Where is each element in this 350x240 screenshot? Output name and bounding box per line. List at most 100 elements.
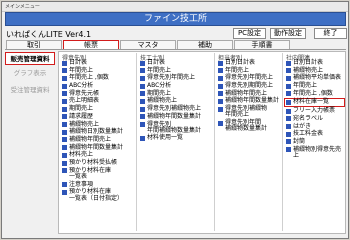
report-menu-panel: 得意先別 技工士別 担当者別 社内関連 日計表 年間売上 年間売上 ,個数 ABC分析… xyxy=(58,51,346,234)
app-name: いれぱくんLITE Ver4.1 xyxy=(6,30,92,39)
bullet-icon xyxy=(62,160,67,166)
report-link[interactable]: 年間売上 ,個数 xyxy=(62,75,123,81)
report-link[interactable]: 得意先別補綴物 年間売上 xyxy=(218,106,279,119)
bullet-icon xyxy=(140,91,145,97)
bullet-icon xyxy=(62,68,67,74)
report-link[interactable]: 得意先別年間売上 xyxy=(218,75,279,81)
report-link[interactable]: 補綴物別得意先売上 xyxy=(286,146,345,160)
report-link-label: 材料使用一覧 xyxy=(147,134,184,142)
pc-settings-button[interactable]: PC設定 xyxy=(233,28,266,39)
report-link[interactable]: 補綴物売上 xyxy=(62,121,123,128)
report-link-label: 預かり材料在庫 一覧表（日付指定） xyxy=(69,188,124,202)
report-link-label: 年間売上 ,個数 xyxy=(69,74,109,82)
report-link[interactable]: 請求履歴 xyxy=(62,112,123,120)
report-link[interactable]: 宛名ラベル xyxy=(286,114,345,122)
report-link[interactable]: 得意先別期間売上 xyxy=(218,82,279,90)
report-link[interactable]: 補綴物年間数量集計 xyxy=(218,98,279,104)
report-link[interactable]: 技工料金表 xyxy=(286,130,345,137)
report-link[interactable]: 日計表 xyxy=(140,59,201,66)
report-link-label: 得意先別年間売上 xyxy=(225,74,274,82)
bullet-icon xyxy=(218,60,223,66)
bullet-icon xyxy=(218,91,223,97)
report-link-label: 補綴物年間数量集計 xyxy=(225,97,280,105)
bullet-icon xyxy=(286,83,291,89)
report-link[interactable]: 封筒 xyxy=(286,137,345,145)
report-link[interactable]: 日計表 xyxy=(62,59,123,66)
nav-sales-reports[interactable]: 販売管理資料 xyxy=(5,52,55,65)
report-link-label: 宛名ラベル xyxy=(293,114,324,122)
window-title: ファイン技工所 xyxy=(143,14,207,24)
report-link[interactable]: 預かり材料在庫 一覧表（日付指定） xyxy=(62,189,123,202)
bullet-icon xyxy=(286,116,291,122)
report-link[interactable]: 日別日計表 xyxy=(286,59,345,66)
report-link[interactable]: はがき xyxy=(286,123,345,130)
report-link[interactable]: 補綴物日別数量集計 xyxy=(62,128,124,136)
report-link[interactable]: 補綴物年間売上 xyxy=(62,135,123,143)
bullet-icon xyxy=(62,189,67,195)
report-link-label: 年間売上 ,個数 xyxy=(293,89,333,97)
report-link[interactable]: 補綴物年間数量集計 xyxy=(62,144,123,151)
bullet-icon xyxy=(140,114,145,120)
exit-button[interactable]: 終了 xyxy=(314,28,347,39)
report-link[interactable]: 材料使用一覧 xyxy=(140,135,201,141)
report-link-label: 年間売上 xyxy=(293,82,318,90)
technician-report-list: 日計表 年間売上 得意先別年間売上 ABC分析 期間売上 補綴物売上 得意先別補綴物売上 補綴… xyxy=(140,59,202,143)
report-link-label: 得意先別補綴物売上 xyxy=(147,105,202,113)
bullet-icon xyxy=(62,91,67,97)
customer-report-list: 日計表 年間売上 年間売上 ,個数 ABC分析 得意先元帳 売上明細表 期間売上 請求履歴 補綴… xyxy=(62,59,124,203)
bullet-icon xyxy=(62,114,67,120)
report-link[interactable]: 得意先別補綴物売上 xyxy=(140,105,202,113)
bullet-icon xyxy=(140,99,145,105)
update-settings-button[interactable]: 動作設定 xyxy=(270,28,306,39)
report-link[interactable]: 期間売上 xyxy=(62,105,123,112)
report-link-label: 日別日計表 xyxy=(293,59,324,66)
bullet-icon xyxy=(286,68,291,74)
report-link[interactable]: ABC分析 xyxy=(62,82,123,89)
report-link[interactable]: フリー入力帳票 xyxy=(286,107,345,114)
bullet-icon xyxy=(62,75,67,81)
report-link[interactable]: 得意先別年間 補綴物数量集計 xyxy=(218,120,279,133)
report-link[interactable]: 年間売上 ,個数 xyxy=(286,89,345,97)
bullet-icon xyxy=(62,182,67,188)
report-link-label: 補綴物日別数量集計 xyxy=(69,128,124,136)
report-link-label: 補綴物平均単価表 xyxy=(293,74,342,82)
bullet-icon xyxy=(286,91,291,97)
bullet-icon xyxy=(140,136,145,142)
bullet-icon xyxy=(218,99,223,105)
title-bar: ファイン技工所 xyxy=(5,12,346,26)
nav-order-reports[interactable]: 受注管理資料 xyxy=(5,84,55,97)
bullet-icon xyxy=(62,137,67,143)
bullet-icon xyxy=(62,99,67,105)
report-link[interactable]: 得意先別年間売上 xyxy=(140,75,201,81)
column-divider xyxy=(136,53,137,231)
bullet-icon xyxy=(286,131,291,137)
report-link[interactable]: 年間売上 xyxy=(286,82,345,90)
bullet-icon xyxy=(140,75,145,81)
system-caption-bar: メインメニュー xyxy=(2,2,348,12)
report-link-label: 請求履歴 xyxy=(69,112,94,120)
report-link[interactable]: 得意先別 年間補綴物数量集計 xyxy=(140,120,202,135)
report-link[interactable]: 補綴物年間数量集計 xyxy=(140,113,201,120)
report-link[interactable]: 材料売上 xyxy=(62,151,123,158)
report-link[interactable]: 補綴物平均単価表 xyxy=(286,75,345,81)
nav-graph-display[interactable]: グラフ表示 xyxy=(5,67,55,80)
report-link[interactable]: 材料在庫一覧 xyxy=(284,98,345,107)
report-link[interactable]: 日別日計表 xyxy=(218,59,279,66)
report-link-label: 補綴物年間売上 xyxy=(69,135,112,143)
report-link[interactable]: ABC分析 xyxy=(140,82,201,89)
bullet-icon xyxy=(218,68,223,74)
report-link[interactable]: 売上明細表 xyxy=(62,98,123,104)
bullet-icon xyxy=(286,124,291,130)
report-link[interactable]: 預かり材料在庫 一覧表 xyxy=(62,167,123,181)
report-link-label: 得意先別 年間補綴物数量集計 xyxy=(147,120,202,134)
report-link[interactable]: 注意事項 xyxy=(62,181,123,188)
bullet-icon xyxy=(140,60,145,66)
bullet-icon xyxy=(218,75,223,81)
report-link-label: 封筒 xyxy=(293,137,306,145)
bullet-icon xyxy=(140,68,145,74)
report-link[interactable]: 補綴物売上 xyxy=(140,98,201,104)
report-link[interactable]: 預かり材料受払帳 xyxy=(62,159,123,166)
bullet-icon xyxy=(62,152,67,158)
bullet-icon xyxy=(140,106,145,112)
report-link-label: 得意先別期間売上 xyxy=(225,82,274,90)
